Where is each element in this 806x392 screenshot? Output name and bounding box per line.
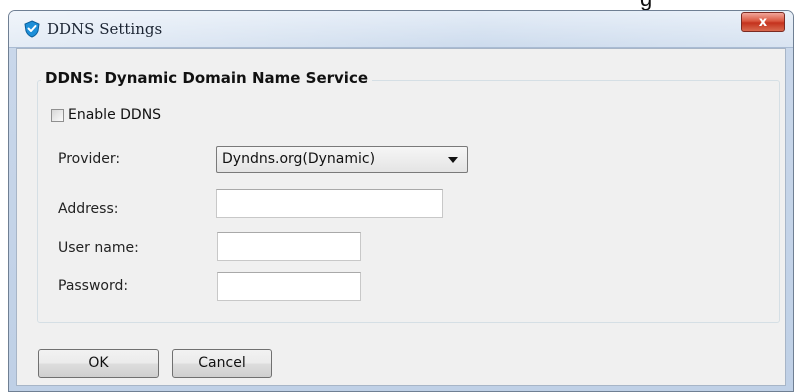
close-button[interactable]: x xyxy=(741,12,785,32)
provider-selected-value: Dyndns.org(Dynamic) xyxy=(222,151,376,167)
ok-button[interactable]: OK xyxy=(38,349,159,378)
username-label: User name: xyxy=(58,240,139,256)
screen: g DDNS Settings x DDNS: Dynamic Domain N… xyxy=(0,0,806,392)
address-label: Address: xyxy=(58,201,119,217)
shield-check-icon xyxy=(24,20,40,38)
password-label: Password: xyxy=(58,278,129,294)
password-input[interactable] xyxy=(217,272,361,301)
chevron-down-icon xyxy=(448,157,458,163)
provider-label: Provider: xyxy=(58,151,121,167)
enable-ddns-row[interactable]: Enable DDNS xyxy=(51,107,161,123)
enable-ddns-checkbox[interactable] xyxy=(51,108,64,122)
provider-select[interactable]: Dyndns.org(Dynamic) xyxy=(216,146,468,173)
enable-ddns-label: Enable DDNS xyxy=(68,107,162,123)
address-input[interactable] xyxy=(216,189,443,218)
window-title: DDNS Settings xyxy=(47,20,163,38)
cancel-button[interactable]: Cancel xyxy=(172,349,272,378)
dialog-body: DDNS: Dynamic Domain Name Service Enable… xyxy=(16,48,786,386)
username-input[interactable] xyxy=(217,232,361,261)
group-title: DDNS: Dynamic Domain Name Service xyxy=(41,69,373,87)
close-icon: x xyxy=(758,15,768,30)
title-bar[interactable]: DDNS Settings x xyxy=(9,11,793,48)
ddns-settings-window: DDNS Settings x DDNS: Dynamic Domain Nam… xyxy=(8,10,794,392)
